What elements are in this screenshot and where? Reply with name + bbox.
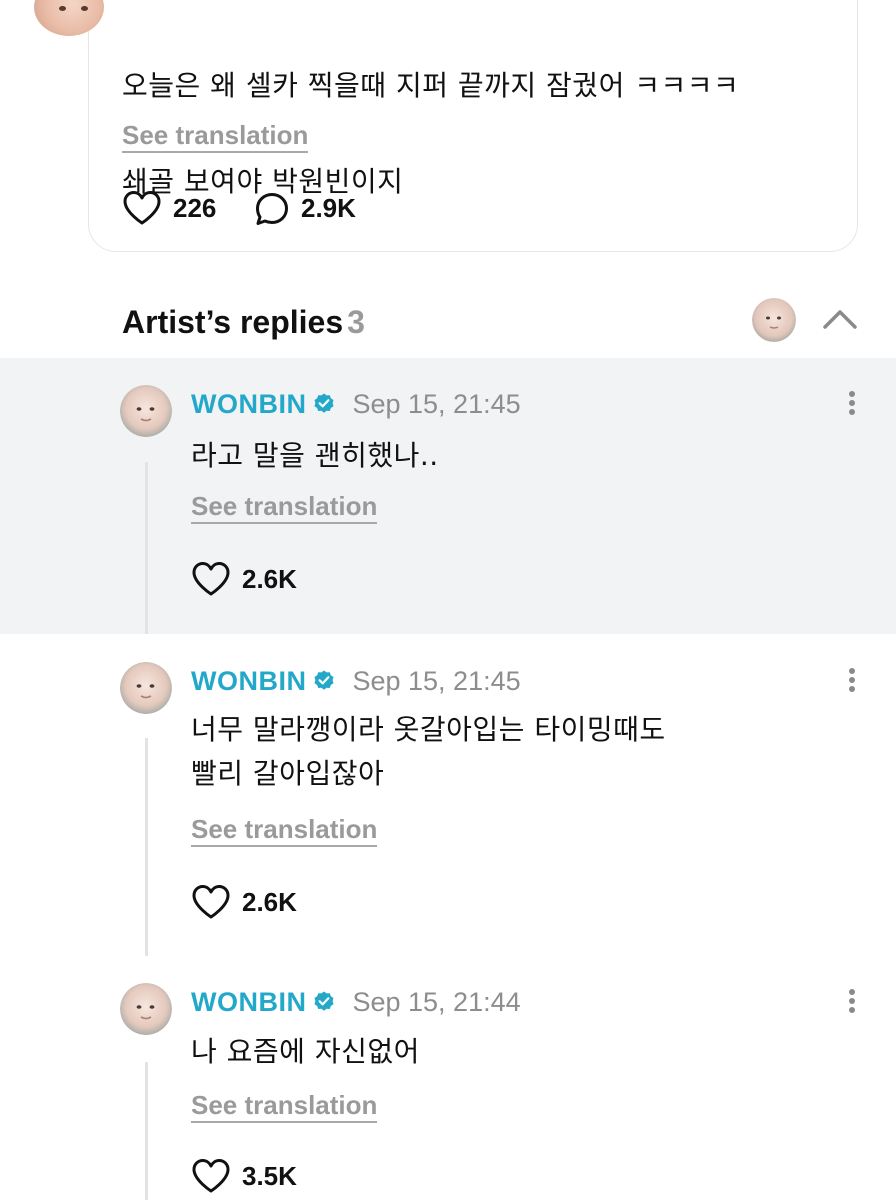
- reply-header: WONBIN Sep 15, 21:44: [191, 984, 521, 1020]
- reply-more-button[interactable]: [840, 388, 864, 418]
- artist-name[interactable]: WONBIN: [191, 389, 306, 420]
- thread-line: [145, 738, 148, 956]
- post-comment-button[interactable]: [254, 191, 290, 231]
- heart-outline-icon: [192, 885, 230, 919]
- reply-text-line-1: 나 요즘에 자신없어: [191, 1035, 420, 1068]
- artist-replies-title: Artist’s replies: [122, 304, 344, 340]
- reply-like-button[interactable]: [191, 561, 231, 601]
- reply-timestamp: Sep 15, 21:44: [352, 986, 521, 1017]
- reply-timestamp: Sep 15, 21:45: [352, 388, 521, 419]
- post-see-translation-link[interactable]: See translation: [122, 120, 309, 153]
- reply-header: WONBIN Sep 15, 21:45: [191, 663, 521, 699]
- verified-badge-icon: [314, 670, 334, 690]
- reply-more-button[interactable]: [840, 665, 864, 695]
- heart-outline-icon: [192, 562, 230, 596]
- reply-body: 나 요즘에 자신없어: [191, 1030, 420, 1074]
- reply-see-translation-link[interactable]: See translation: [191, 814, 378, 847]
- speech-bubble-icon: [256, 193, 288, 225]
- reply-body: 라고 말을 괜히했나..: [191, 434, 439, 478]
- artist-name[interactable]: WONBIN: [191, 987, 306, 1018]
- thread-line: [145, 1062, 148, 1200]
- reply-timestamp: Sep 15, 21:45: [352, 665, 521, 696]
- reply-text-line-2: 빨리 갈아입잖아: [191, 757, 385, 790]
- heart-outline-icon: [123, 191, 161, 225]
- reply-more-button[interactable]: [840, 986, 864, 1016]
- post-comment-count: 2.9K: [301, 193, 356, 223]
- verified-badge-icon: [314, 393, 334, 413]
- reply-avatar[interactable]: [120, 662, 172, 714]
- collapse-replies-button[interactable]: [822, 306, 858, 336]
- reply-like-count: 2.6K: [242, 887, 297, 917]
- post-like-button[interactable]: [122, 190, 162, 230]
- artist-avatar-small[interactable]: [752, 298, 796, 342]
- reply-see-translation-link[interactable]: See translation: [191, 491, 378, 524]
- reply-like-button[interactable]: [191, 884, 231, 924]
- reply-text-line-1: 너무 말라깽이라 옷갈아입는 타이밍때도: [191, 713, 666, 746]
- artist-replies-count: 3: [347, 304, 365, 340]
- reply-header: WONBIN Sep 15, 21:45: [191, 386, 521, 422]
- reply-avatar[interactable]: [120, 983, 172, 1035]
- post-like-count: 226: [173, 193, 217, 223]
- reply-body: 너무 말라깽이라 옷갈아입는 타이밍때도 빨리 갈아입잖아: [191, 708, 666, 796]
- verified-badge-icon: [314, 991, 334, 1011]
- reply-like-button[interactable]: [191, 1158, 231, 1198]
- artist-name[interactable]: WONBIN: [191, 666, 306, 697]
- post-text-line-1: 오늘은 왜 셀카 찍을때 지퍼 끝까지 잠궜어 ㅋㅋㅋㅋ: [122, 69, 740, 102]
- reply-like-count: 2.6K: [242, 564, 297, 594]
- reply-see-translation-link[interactable]: See translation: [191, 1090, 378, 1123]
- chevron-up-icon: [823, 310, 857, 329]
- reply-avatar[interactable]: [120, 385, 172, 437]
- reply-like-count: 3.5K: [242, 1161, 297, 1191]
- thread-line: [145, 462, 148, 634]
- heart-outline-icon: [192, 1159, 230, 1193]
- artist-replies-heading: Artist’s replies 3: [122, 302, 365, 342]
- reply-text-line-1: 라고 말을 괜히했나..: [191, 439, 439, 472]
